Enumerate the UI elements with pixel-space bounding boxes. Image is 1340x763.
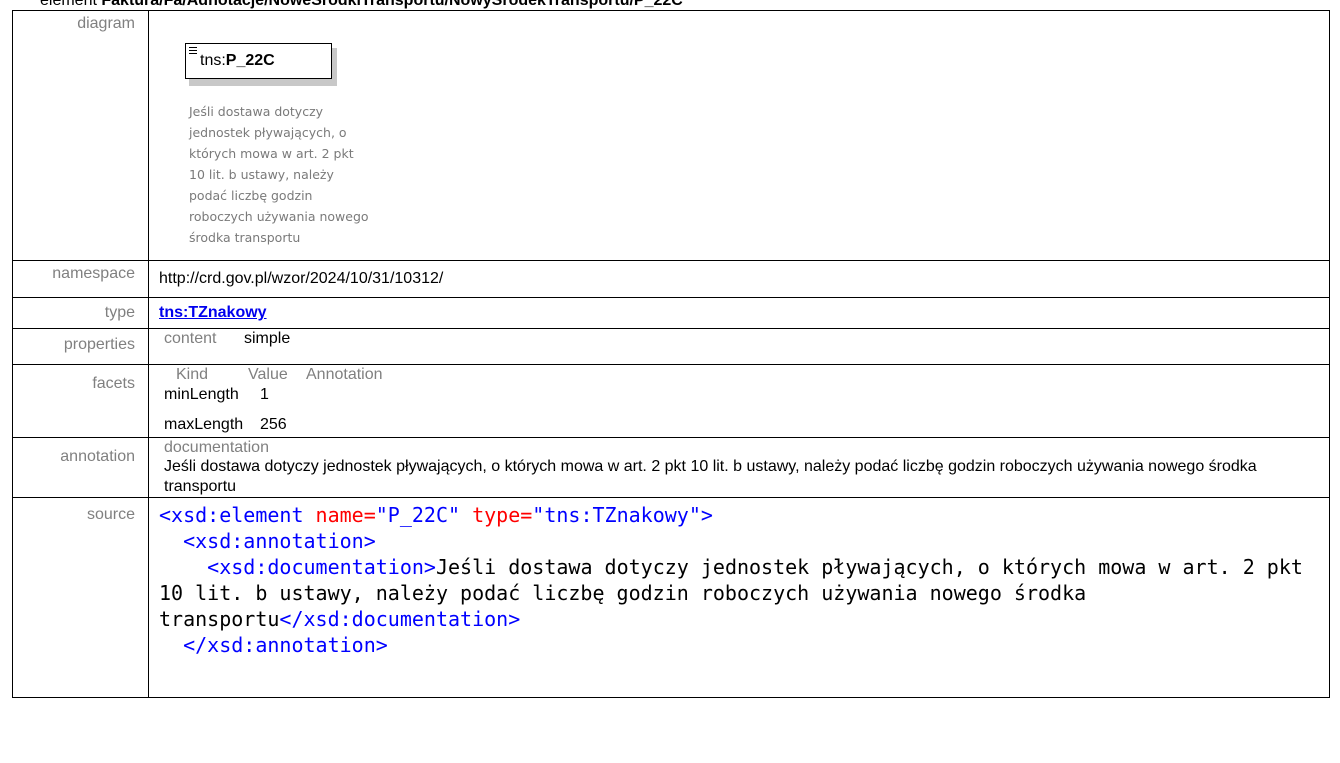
src-attr-name-value: "P_22C": [375, 503, 461, 527]
namespace-value: http://crd.gov.pl/wzor/2024/10/31/10312/: [148, 260, 1330, 298]
facet-value: 256: [260, 416, 287, 433]
src-documentation-close: </xsd:documentation>: [279, 607, 521, 631]
src-annotation-close: </xsd:annotation>: [183, 633, 388, 657]
diagram-annotation-note: Jeśli dostawa dotyczy jednostek pływając…: [189, 104, 369, 245]
src-element-close: >: [700, 503, 713, 527]
facets-header-annotation: Annotation: [306, 366, 383, 383]
element-lines-icon: [189, 47, 197, 54]
src-attr-type: type=: [460, 503, 533, 527]
heading-path: Faktura/Fa/Adnotacje/NoweSrodkiTransport…: [101, 0, 683, 9]
diagram-element-box[interactable]: tns:P_22C: [185, 43, 332, 79]
annotation-documentation-heading: documentation: [164, 439, 269, 456]
src-element-open: <xsd:element: [159, 503, 304, 527]
row-source: source <xsd:element name="P_22C" type="t…: [12, 497, 1330, 698]
heading-prefix: element: [40, 0, 97, 9]
row-diagram: diagram tns:P_22C Jeśli dostawa dotyczy …: [12, 10, 1330, 261]
row-type: type tns:TZnakowy: [12, 297, 1330, 329]
facet-annotation: [314, 384, 1329, 404]
src-annotation-open: <xsd:annotation>: [183, 529, 376, 553]
src-attr-name: name=: [303, 503, 376, 527]
label-properties: properties: [12, 328, 149, 365]
facets-header-value: Value: [248, 366, 288, 383]
type-link[interactable]: tns:TZnakowy: [159, 304, 267, 321]
page-heading: element Faktura/Fa/Adnotacje/NoweSrodkiT…: [40, 0, 683, 10]
facets-header-kind: Kind: [176, 366, 209, 383]
source-cell: <xsd:element name="P_22C" type="tns:TZna…: [148, 497, 1330, 698]
annotation-documentation-text: Jeśli dostawa dotyczy jednostek pływając…: [164, 458, 1257, 495]
annotation-cell: documentation Jeśli dostawa dotyczy jedn…: [148, 437, 1330, 498]
row-annotation: annotation documentation Jeśli dostawa d…: [12, 437, 1330, 498]
properties-cell: content simple: [148, 328, 1330, 365]
label-annotation: annotation: [12, 437, 149, 498]
element-doc-table: diagram tns:P_22C Jeśli dostawa dotyczy …: [12, 10, 1330, 698]
facets-grid: Kind Value Annotation minLength 1 maxLen…: [164, 366, 1329, 434]
facets-cell: Kind Value Annotation minLength 1 maxLen…: [148, 364, 1330, 438]
type-cell: tns:TZnakowy: [148, 297, 1330, 329]
source-code: <xsd:element name="P_22C" type="tns:TZna…: [159, 502, 1329, 658]
label-diagram: diagram: [12, 10, 149, 261]
row-properties: properties content simple: [12, 328, 1330, 365]
src-documentation-open: <xsd:documentation>: [207, 555, 436, 579]
properties-value: simple: [244, 330, 291, 347]
facet-kind: maxLength: [164, 416, 244, 433]
src-attr-type-value: "tns:TZnakowy": [532, 503, 701, 527]
label-source: source: [12, 497, 149, 698]
facet-value: 1: [260, 386, 269, 403]
properties-key: content: [164, 330, 217, 347]
facet-kind: minLength: [164, 386, 239, 403]
row-facets: facets Kind Value Annotation minLength 1…: [12, 364, 1330, 438]
diagram-element-name: P_22C: [225, 52, 275, 69]
properties-grid: content simple: [164, 330, 1329, 348]
label-facets: facets: [12, 364, 149, 438]
label-type: type: [12, 297, 149, 329]
row-namespace: namespace http://crd.gov.pl/wzor/2024/10…: [12, 260, 1330, 298]
diagram-cell: tns:P_22C Jeśli dostawa dotyczy jednoste…: [148, 10, 1330, 261]
facet-annotation: [314, 404, 1329, 434]
diagram-element-prefix: tns:: [200, 52, 226, 69]
diagram: tns:P_22C Jeśli dostawa dotyczy jednoste…: [159, 15, 559, 255]
label-namespace: namespace: [12, 260, 149, 298]
